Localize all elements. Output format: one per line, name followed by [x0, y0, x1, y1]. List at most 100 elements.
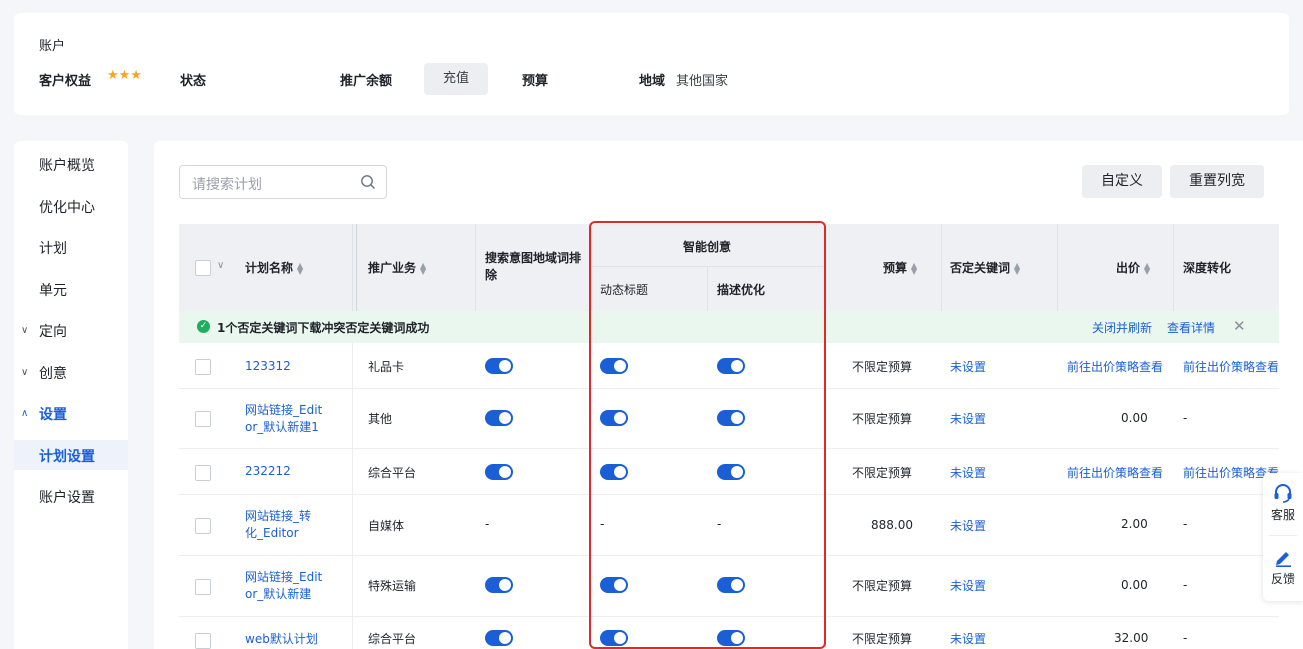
view-detail-link[interactable]: 查看详情 [1167, 319, 1215, 336]
customize-button[interactable]: 自定义 [1082, 165, 1162, 198]
main-panel: 请搜索计划 自定义 重置列宽 ∨ 计划名称 ▲ ▼ 推广业务 ▲ ▼ 搜索意图地域词排除… [154, 141, 1303, 649]
row-checkbox[interactable] [195, 359, 211, 375]
negative-keyword-link[interactable]: 未设置 [950, 517, 986, 534]
col-header-negative-keywords[interactable]: 否定关键词 ▲ ▼ [950, 259, 1020, 276]
col-header-dynamic-title: 动态标题 [600, 283, 649, 297]
column-divider [356, 224, 357, 311]
chevron-down-icon: ∨ [21, 367, 29, 378]
bid-strategy-link[interactable]: 前往出价策略查看 [1067, 358, 1163, 375]
col-header-smart-creative: 智能创意 [683, 240, 732, 254]
region-value: 其他国家 [676, 74, 729, 89]
col-header-bid[interactable]: 出价 ▲ ▼ [1116, 259, 1150, 276]
bid-cell: 0.00 [1121, 411, 1148, 425]
plan-name-link[interactable]: 123312 [245, 359, 291, 373]
table-row: 232212 综合平台 不限定预算 未设置 前往出价策略查看 前往出价策略查看 [179, 449, 1279, 495]
plan-name-link[interactable]: 网站链接_Edit or_默认新建 [245, 569, 322, 603]
dynamic-title-toggle[interactable] [600, 630, 628, 646]
deep-cell: - [1183, 411, 1188, 425]
column-divider [352, 617, 353, 649]
budget-label: 预算 [522, 74, 549, 89]
close-and-refresh-link[interactable]: 关闭并刷新 [1092, 319, 1152, 336]
bid-strategy-link[interactable]: 前往出价策略查看 [1067, 464, 1163, 481]
exclude-toggle[interactable] [485, 630, 513, 646]
chevron-down-icon: ∨ [21, 325, 29, 336]
exclude-toggle[interactable] [485, 464, 513, 480]
negative-keyword-link[interactable]: 未设置 [950, 630, 986, 647]
row-checkbox[interactable] [195, 411, 211, 427]
col-header-exclude: 搜索意图地域词排除 [485, 251, 582, 282]
row-checkbox[interactable] [195, 518, 211, 534]
plan-name-link[interactable]: 232212 [245, 464, 291, 478]
sidebar-item-account-settings[interactable]: 账户设置 [39, 487, 95, 507]
chevron-down-icon[interactable]: ∨ [217, 260, 224, 271]
deep-strategy-link[interactable]: 前往出价策略查看 [1183, 358, 1279, 375]
sidebar-item-optimization[interactable]: 优化中心 [39, 197, 95, 217]
search-icon[interactable] [360, 174, 376, 190]
reset-column-width-button[interactable]: 重置列宽 [1170, 165, 1264, 198]
row-checkbox[interactable] [195, 633, 211, 649]
business-cell: 综合平台 [368, 466, 417, 480]
negative-keyword-link[interactable]: 未设置 [950, 577, 986, 594]
sidebar-item-creative[interactable]: 创意 [39, 363, 67, 383]
balance-label: 推广余额 [340, 74, 393, 89]
search-input[interactable]: 请搜索计划 [179, 165, 387, 199]
sidebar-item-overview[interactable]: 账户概览 [39, 155, 95, 175]
sidebar-item-unit[interactable]: 单元 [39, 280, 67, 300]
bid-cell: 32.00 [1114, 631, 1149, 645]
exclude-toggle[interactable] [485, 358, 513, 374]
success-notice: ✓ 1个否定关键词下载冲突否定关键词成功 关闭并刷新 查看详情 ✕ [179, 311, 1279, 343]
business-cell: 礼品卡 [368, 360, 405, 374]
col-header-business[interactable]: 推广业务 ▲ ▼ [368, 259, 426, 276]
exclude-toggle[interactable] [485, 577, 513, 593]
column-divider [352, 343, 353, 388]
business-cell: 其他 [368, 412, 393, 426]
account-title: 账户 [39, 39, 66, 54]
dynamic-title-toggle[interactable] [600, 410, 628, 426]
business-cell: 自媒体 [368, 519, 405, 533]
col-header-name[interactable]: 计划名称 ▲ ▼ [245, 259, 303, 276]
customer-service-button[interactable]: 客服 [1263, 483, 1303, 523]
plan-name-link[interactable]: 网站链接_Edit or_默认新建1 [245, 402, 322, 436]
desc-opt-toggle[interactable] [717, 410, 745, 426]
close-icon[interactable]: ✕ [1233, 317, 1246, 335]
plan-name-line: or_默认新建1 [245, 420, 319, 434]
select-all-checkbox[interactable] [195, 260, 211, 276]
check-circle-icon: ✓ [197, 320, 210, 333]
sidebar-item-plan[interactable]: 计划 [39, 238, 67, 258]
plan-name-line: 化_Editor [245, 526, 299, 540]
sidebar-item-settings[interactable]: 设置 [39, 404, 67, 424]
recharge-button[interactable]: 充值 [424, 63, 488, 95]
negative-keyword-link[interactable]: 未设置 [950, 464, 986, 481]
table-header: ∨ 计划名称 ▲ ▼ 推广业务 ▲ ▼ 搜索意图地域词排除 智能创意 动态标题 描述优化… [179, 224, 1279, 311]
exclude-toggle[interactable] [485, 410, 513, 426]
desc-opt-toggle[interactable] [717, 464, 745, 480]
desc-opt-cell: - [717, 517, 722, 531]
row-checkbox[interactable] [195, 465, 211, 481]
sidebar-item-plan-settings[interactable]: 计划设置 [39, 446, 95, 466]
feedback-label: 反馈 [1270, 572, 1295, 586]
headset-icon [1274, 484, 1292, 503]
desc-opt-toggle[interactable] [717, 577, 745, 593]
desc-opt-toggle[interactable] [717, 630, 745, 646]
col-header-budget[interactable]: 预算 ▲ ▼ [883, 259, 917, 276]
plan-name-link[interactable]: 网站链接_转 化_Editor [245, 508, 311, 542]
search-placeholder: 请搜索计划 [192, 177, 262, 193]
dynamic-title-toggle[interactable] [600, 464, 628, 480]
sidebar: 账户概览 优化中心 计划 单元 ∨ 定向 ∨ 创意 ∧ 设置 计划设置 账户设置 [14, 141, 128, 649]
negative-keyword-link[interactable]: 未设置 [950, 358, 986, 375]
dynamic-title-toggle[interactable] [600, 358, 628, 374]
feedback-button[interactable]: 反馈 [1263, 547, 1303, 587]
desc-opt-toggle[interactable] [717, 358, 745, 374]
bid-cell: 0.00 [1121, 578, 1148, 592]
table-row: 123312 礼品卡 不限定预算 未设置 前往出价策略查看 前往出价策略查看 [179, 343, 1279, 389]
column-divider[interactable] [352, 224, 353, 311]
column-divider [475, 224, 476, 311]
dynamic-title-cell: - [600, 517, 605, 531]
row-checkbox[interactable] [195, 579, 211, 595]
negative-keyword-link[interactable]: 未设置 [950, 410, 986, 427]
account-info-row: 客户权益 ★★★ 状态 推广余额 充值 预算 地域 其他国家 [14, 63, 1289, 95]
dynamic-title-toggle[interactable] [600, 577, 628, 593]
table-row: 网站链接_Edit or_默认新建1 其他 不限定预算 未设置 0.00 - [179, 389, 1279, 449]
plan-name-link[interactable]: web默认计划 [245, 630, 318, 647]
sidebar-item-targeting[interactable]: 定向 [39, 321, 67, 341]
